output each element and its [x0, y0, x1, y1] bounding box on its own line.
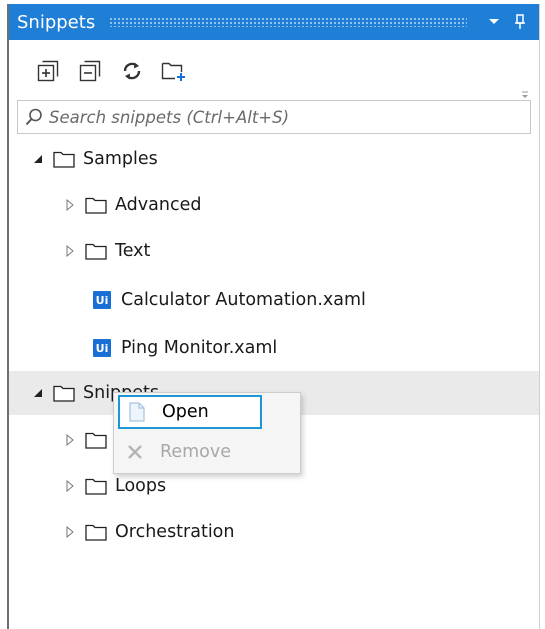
document-icon: [122, 402, 152, 422]
tree-folder-orchestration[interactable]: Orchestration: [9, 510, 539, 554]
folder-icon: [85, 431, 107, 449]
expanded-triangle-icon[interactable]: [29, 154, 47, 164]
folder-icon: [85, 242, 107, 260]
collapsed-triangle-icon[interactable]: [61, 199, 79, 211]
folder-icon: [53, 384, 75, 402]
search-box: [17, 100, 531, 134]
chevron-down-icon[interactable]: [481, 9, 507, 35]
tree-folder-samples[interactable]: Samples: [9, 137, 539, 181]
context-menu-remove[interactable]: Remove: [118, 435, 296, 469]
expanded-triangle-icon[interactable]: [29, 388, 47, 398]
context-menu-remove-label: Remove: [160, 442, 232, 462]
collapsed-triangle-icon[interactable]: [61, 245, 79, 257]
collapsed-triangle-icon[interactable]: [61, 526, 79, 538]
collapsed-triangle-icon[interactable]: [61, 434, 79, 446]
refresh-icon[interactable]: [117, 56, 147, 86]
tree-folder-label: Text: [115, 241, 151, 261]
panel-titlebar: Snippets: [9, 4, 539, 40]
search-input[interactable]: [49, 103, 530, 131]
folder-icon: [85, 196, 107, 214]
uipath-file-icon: Ui: [93, 291, 111, 309]
tree-file-calculator[interactable]: Ui Calculator Automation.xaml: [9, 278, 539, 322]
context-menu-open-label: Open: [162, 402, 209, 422]
tree-folder-label: Orchestration: [115, 522, 235, 542]
folder-icon: [85, 523, 107, 541]
context-menu: Open Remove: [113, 392, 301, 474]
close-icon: [120, 444, 150, 460]
collapse-all-icon[interactable]: [75, 56, 105, 86]
tree-file-label: Ping Monitor.xaml: [121, 338, 278, 358]
pin-icon[interactable]: [507, 9, 533, 35]
titlebar-grip: [109, 17, 467, 27]
search-icon: [25, 108, 43, 126]
tree-file-ping-monitor[interactable]: Ui Ping Monitor.xaml: [9, 326, 539, 370]
expand-all-icon[interactable]: [33, 56, 63, 86]
collapsed-triangle-icon[interactable]: [61, 480, 79, 492]
tree-folder-label: Advanced: [115, 195, 202, 215]
add-folder-icon[interactable]: [159, 56, 189, 86]
tree-file-label: Calculator Automation.xaml: [121, 290, 366, 310]
panel-title: Snippets: [17, 11, 96, 33]
folder-icon: [85, 477, 107, 495]
tree-folder-label: Loops: [115, 476, 167, 496]
snippets-panel: Snippets Search snippets (Ctrl+Alt+S) Sa…: [7, 4, 540, 629]
tree-folder-label: Samples: [83, 149, 158, 169]
folder-icon: [53, 150, 75, 168]
uipath-file-icon: Ui: [93, 339, 111, 357]
tree-folder-text[interactable]: Text: [9, 229, 539, 273]
snippets-toolbar: [9, 46, 539, 98]
tree-folder-advanced[interactable]: Advanced: [9, 183, 539, 227]
context-menu-open[interactable]: Open: [118, 395, 262, 429]
